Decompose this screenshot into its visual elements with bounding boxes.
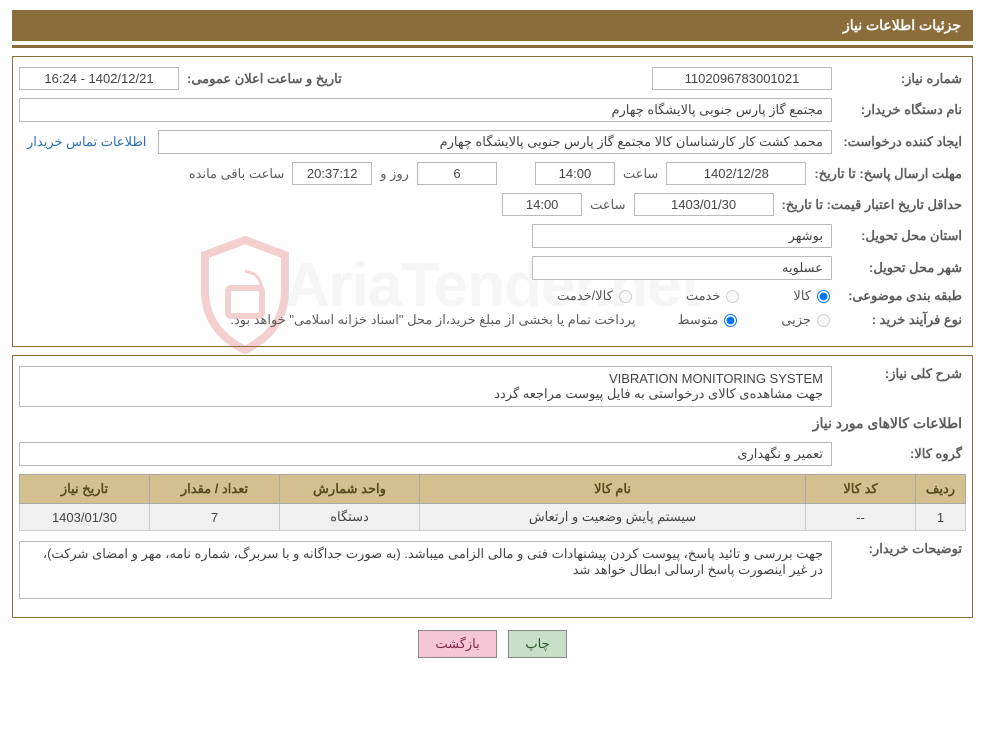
city-value: عسلویه [532, 256, 832, 280]
buyer-org-label: نام دستگاه خریدار: [836, 102, 966, 118]
buyer-notes-textarea[interactable] [19, 541, 832, 599]
need-number-value: 1102096783001021 [652, 67, 832, 90]
group-label: گروه کالا: [836, 446, 966, 462]
payment-note: پرداخت تمام یا بخشی از مبلغ خرید،از محل … [226, 312, 639, 328]
cell-row: 1 [916, 504, 966, 531]
th-date: تاریخ نیاز [20, 475, 150, 504]
info-section: شماره نیاز: 1102096783001021 تاریخ و ساع… [12, 56, 973, 347]
remaining-label: ساعت باقی مانده [185, 166, 288, 182]
days-and-label: روز و [376, 166, 413, 182]
th-name: نام کالا [420, 475, 806, 504]
radio-goods-label: کالا [793, 288, 811, 304]
radio-partial[interactable] [817, 314, 830, 327]
desc-textarea[interactable]: VIBRATION MONITORING SYSTEM جهت مشاهده‌ی… [19, 366, 832, 407]
back-button[interactable]: بازگشت [418, 630, 496, 658]
divider [12, 45, 973, 48]
province-value: بوشهر [532, 224, 832, 248]
radio-goods-service-label: کالا/خدمت [557, 288, 613, 304]
cell-unit: دستگاه [280, 504, 420, 531]
buyer-org-value: مجتمع گاز پارس جنوبی پالایشگاه چهارم [19, 98, 832, 122]
th-code: کد کالا [806, 475, 916, 504]
radio-goods-service[interactable] [619, 290, 632, 303]
button-row: چاپ بازگشت [12, 630, 973, 658]
time-label-2: ساعت [586, 197, 629, 213]
radio-partial-label: جزیی [781, 312, 811, 328]
group-value: تعمیر و نگهداری [19, 442, 832, 466]
print-button[interactable]: چاپ [508, 630, 566, 658]
time-label-1: ساعت [619, 166, 662, 182]
announce-date-value: 1402/12/21 - 16:24 [19, 67, 179, 90]
desc-label: شرح کلی نیاز: [836, 366, 966, 382]
deadline-time-value: 14:00 [535, 162, 615, 185]
cell-name: سیستم پایش وضعیت و ارتعاش [420, 504, 806, 531]
goods-section: شرح کلی نیاز: VIBRATION MONITORING SYSTE… [12, 355, 973, 618]
city-label: شهر محل تحویل: [836, 260, 966, 276]
price-validity-time-value: 14:00 [502, 193, 582, 216]
page-title: جزئیات اطلاعات نیاز [12, 10, 973, 41]
hours-remaining-value: 20:37:12 [292, 162, 372, 185]
cell-date: 1403/01/30 [20, 504, 150, 531]
cell-code: -- [806, 504, 916, 531]
radio-medium[interactable] [724, 314, 737, 327]
radio-service[interactable] [726, 290, 739, 303]
th-qty: تعداد / مقدار [150, 475, 280, 504]
th-row: ردیف [916, 475, 966, 504]
radio-medium-label: متوسط [677, 312, 718, 328]
radio-goods[interactable] [817, 290, 830, 303]
days-remaining-value: 6 [417, 162, 497, 185]
goods-info-title: اطلاعات کالاهای مورد نیاز [23, 415, 962, 432]
contact-info-link[interactable]: اطلاعات تماس خریدار [19, 134, 154, 150]
price-validity-label: حداقل تاریخ اعتبار قیمت: تا تاریخ: [778, 197, 966, 213]
cell-qty: 7 [150, 504, 280, 531]
announce-date-label: تاریخ و ساعت اعلان عمومی: [183, 71, 346, 87]
need-number-label: شماره نیاز: [836, 71, 966, 87]
goods-table: ردیف کد کالا نام کالا واحد شمارش تعداد /… [19, 474, 966, 531]
purchase-type-label: نوع فرآیند خرید : [836, 312, 966, 328]
requester-value: محمد کشت کار کارشناسان کالا مجتمع گاز پا… [158, 130, 832, 154]
table-row: 1 -- سیستم پایش وضعیت و ارتعاش دستگاه 7 … [20, 504, 966, 531]
deadline-date-value: 1402/12/28 [666, 162, 806, 185]
deadline-label: مهلت ارسال پاسخ: تا تاریخ: [810, 166, 966, 182]
radio-service-label: خدمت [686, 288, 721, 304]
category-label: طبقه بندی موضوعی: [836, 288, 966, 304]
requester-label: ایجاد کننده درخواست: [836, 134, 966, 150]
province-label: استان محل تحویل: [836, 228, 966, 244]
th-unit: واحد شمارش [280, 475, 420, 504]
price-validity-date-value: 1403/01/30 [634, 193, 774, 216]
buyer-notes-label: توضیحات خریدار: [836, 541, 966, 557]
